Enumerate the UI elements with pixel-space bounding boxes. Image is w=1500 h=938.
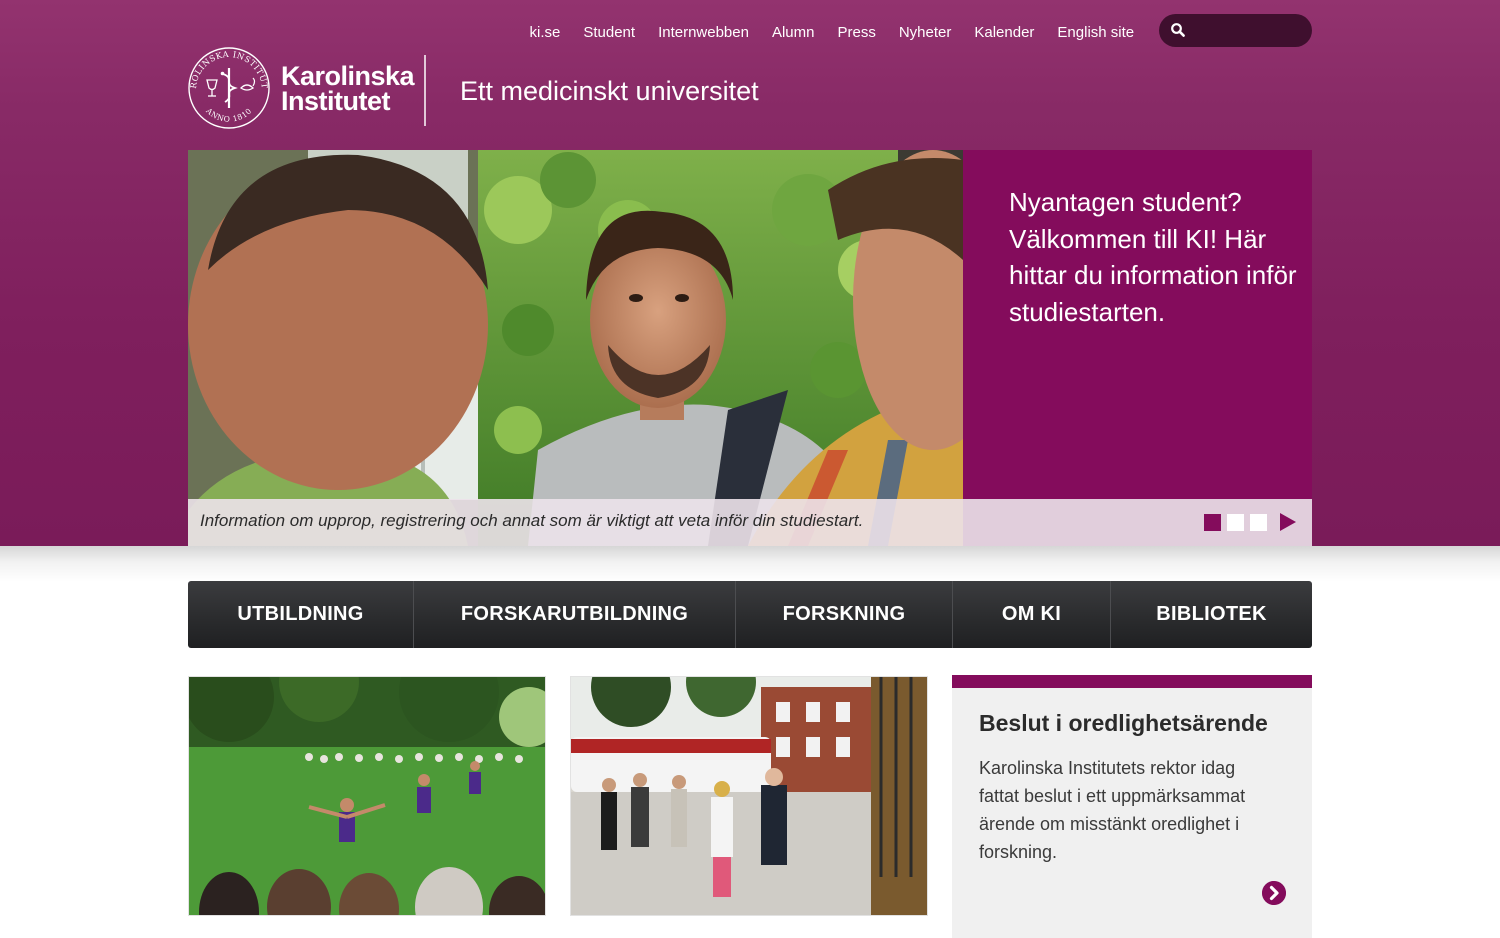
- search-icon[interactable]: [1170, 22, 1186, 38]
- karolinska-seal-logo[interactable]: KAROLINSKA INSTITUTET ANNO 1810: [187, 46, 271, 130]
- topnav-link-ki-se[interactable]: ki.se: [518, 20, 572, 46]
- teaser-image-campus-visit[interactable]: [570, 676, 928, 916]
- search-input[interactable]: [1191, 19, 1305, 41]
- topnav-link-press[interactable]: Press: [826, 20, 887, 46]
- topnav-link-alumn[interactable]: Alumn: [760, 20, 826, 46]
- mainnav-item-om-ki[interactable]: OM KI: [953, 581, 1111, 648]
- logo-line-2: Institutet: [281, 86, 391, 116]
- hero-caption[interactable]: Information om upprop, registrering och …: [200, 511, 863, 531]
- hero-caption-bar: Information om upprop, registrering och …: [188, 499, 1312, 546]
- hero-headline[interactable]: Nyantagen student? Välkommen till KI! Hä…: [1009, 184, 1299, 330]
- hero-photo[interactable]: [188, 150, 963, 546]
- topnav-link-internwebben[interactable]: Internwebben: [647, 20, 761, 46]
- topnav-link-kalender[interactable]: Kalender: [963, 20, 1046, 46]
- institution-name[interactable]: Karolinska Institutet: [281, 63, 415, 116]
- chevron-right-circle-icon[interactable]: [1262, 881, 1286, 905]
- svg-text:ANNO 1810: ANNO 1810: [204, 106, 254, 124]
- top-navigation: ki.se Student Internwebben Alumn Press N…: [518, 20, 1146, 46]
- header-shadow: [0, 546, 1500, 582]
- mainnav-item-bibliotek[interactable]: BIBLIOTEK: [1111, 581, 1312, 648]
- topnav-link-nyheter[interactable]: Nyheter: [887, 20, 963, 46]
- hero-text-panel[interactable]: Nyantagen student? Välkommen till KI! Hä…: [963, 150, 1312, 499]
- topnav-link-english-site[interactable]: English site: [1046, 20, 1146, 46]
- hero-slideshow: Nyantagen student? Välkommen till KI! Hä…: [188, 150, 1312, 546]
- main-navigation: UTBILDNING FORSKARUTBILDNING FORSKNING O…: [188, 581, 1312, 648]
- hero-photo-illustration: [188, 150, 963, 546]
- mainnav-item-forskarutbildning[interactable]: FORSKARUTBILDNING: [414, 581, 736, 648]
- play-arrow-icon[interactable]: [1280, 513, 1296, 531]
- slide-dot-1[interactable]: [1204, 513, 1221, 531]
- topnav-link-student[interactable]: Student: [572, 20, 647, 46]
- logo-divider: [424, 55, 426, 126]
- site-tagline: Ett medicinskt universitet: [460, 76, 759, 106]
- news-title[interactable]: Beslut i oredlighetsärende: [979, 710, 1268, 737]
- slide-controls: [1204, 513, 1296, 531]
- news-card[interactable]: Beslut i oredlighetsärende Karolinska In…: [952, 675, 1312, 938]
- teaser-image-students-park[interactable]: [188, 676, 546, 916]
- campus-visit-illustration: [571, 677, 927, 915]
- news-body: Karolinska Institutets rektor idag fatta…: [979, 758, 1246, 862]
- slide-dot-3[interactable]: [1250, 513, 1267, 531]
- mainnav-item-utbildning[interactable]: UTBILDNING: [188, 581, 414, 648]
- students-park-illustration: [189, 677, 545, 915]
- mainnav-item-forskning[interactable]: FORSKNING: [736, 581, 953, 648]
- search-box: [1159, 14, 1312, 47]
- slide-dot-2[interactable]: [1227, 513, 1244, 531]
